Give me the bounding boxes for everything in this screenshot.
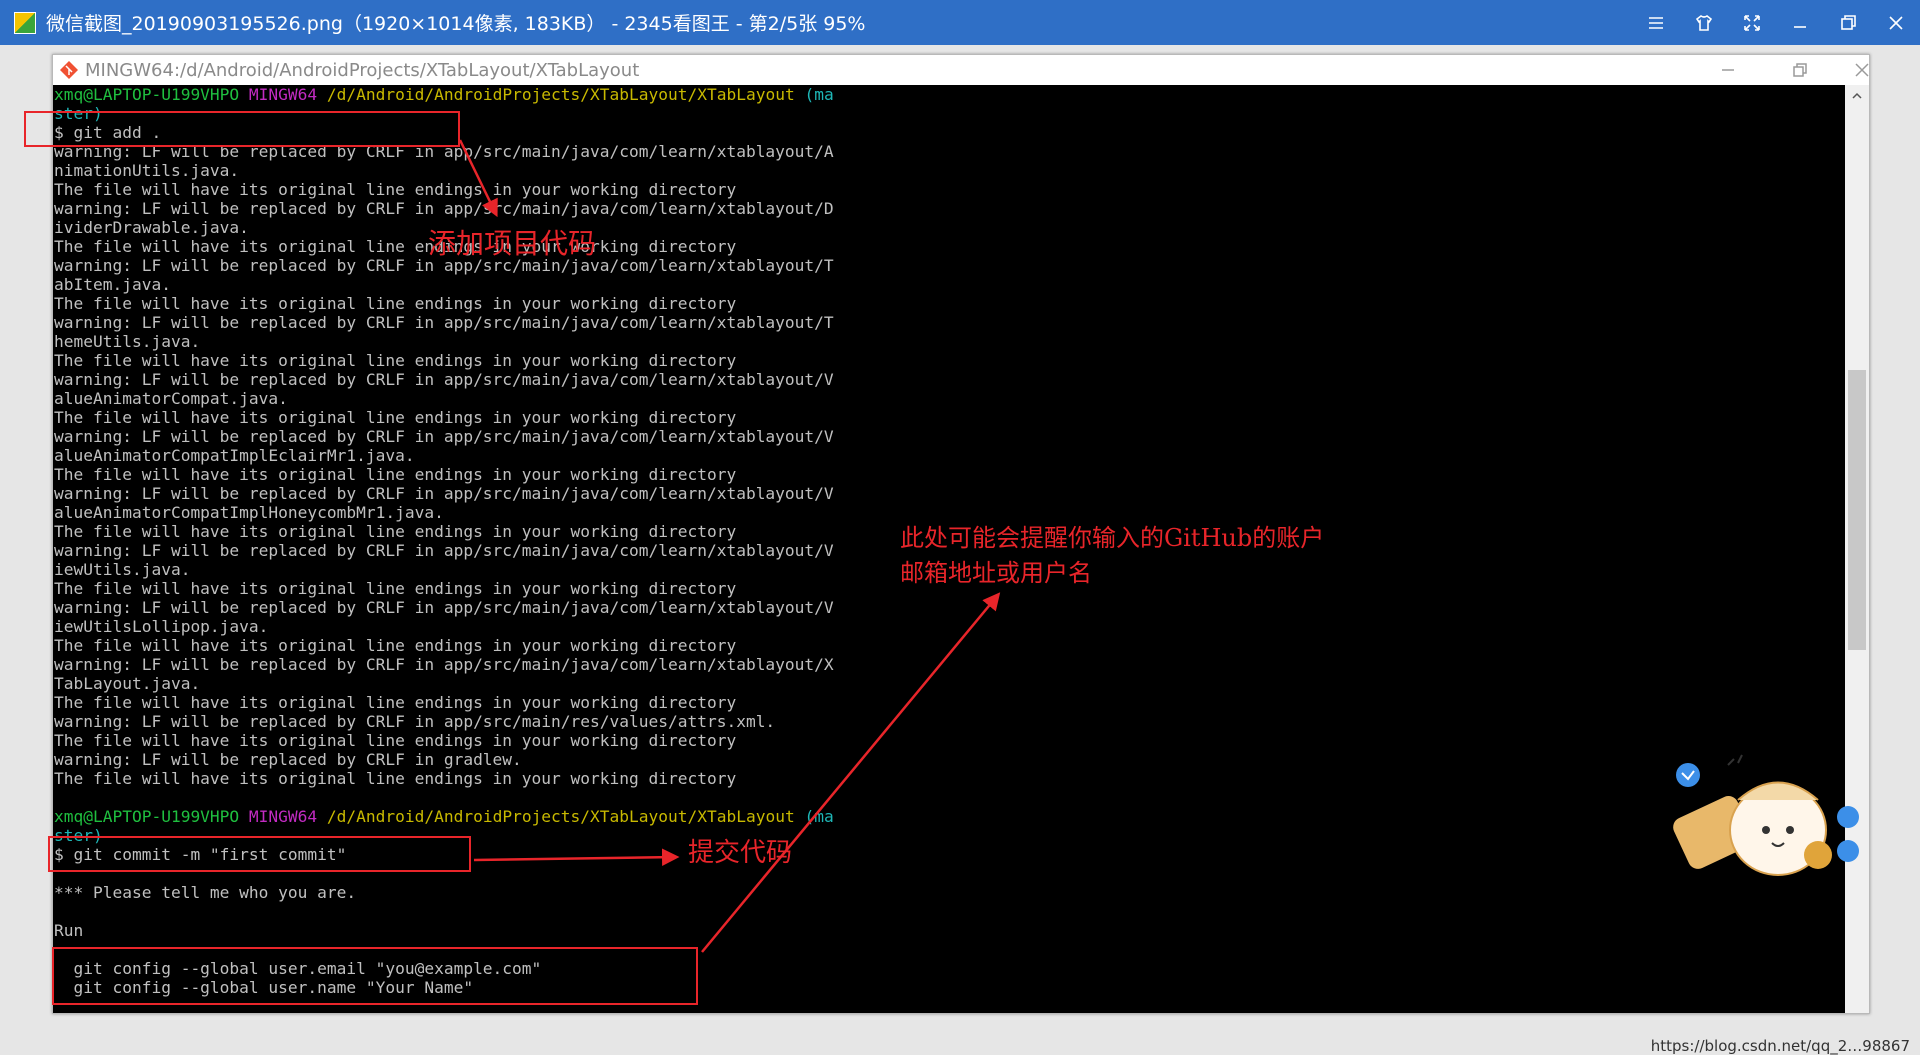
output-line: abItem.java. [54, 275, 171, 294]
output-line: The file will have its original line end… [54, 579, 737, 598]
output-line: The file will have its original line end… [54, 769, 737, 788]
fullscreen-icon[interactable] [1728, 0, 1776, 45]
output-line: warning: LF will be replaced by CRLF in … [54, 142, 834, 161]
output-line: warning: LF will be replaced by CRLF in … [54, 256, 834, 275]
prompt-line: xmq@LAPTOP-U199VHPO MINGW64 /d/Android/A… [54, 85, 1846, 104]
close-icon[interactable] [1872, 0, 1920, 45]
output-line: alueAnimatorCompatImplHoneycombMr1.java. [54, 503, 444, 522]
terminal-window: MINGW64:/d/Android/AndroidProjects/XTabL… [52, 54, 1870, 1014]
mascot-sticker [1673, 754, 1859, 876]
viewer-title: 微信截图_20190903195526.png（1920×1014像素, 183… [46, 13, 866, 35]
output-line: The file will have its original line end… [54, 180, 737, 199]
scroll-thumb[interactable] [1848, 370, 1866, 650]
prompt-shell: MINGW64 [248, 85, 318, 104]
prompt-branch-cont: ster) [54, 826, 103, 845]
commit-run-line: Run [54, 921, 84, 940]
output-line: The file will have its original line end… [54, 294, 737, 313]
maximize-icon[interactable] [1824, 0, 1872, 45]
prompt-user: xmq@LAPTOP-U199VHPO [54, 807, 240, 826]
config-name-line: git config --global user.name "Your Name… [54, 978, 474, 997]
terminal-title: MINGW64:/d/Android/AndroidProjects/XTabL… [85, 59, 640, 81]
command-git-commit: $ git commit -m "first commit" [54, 845, 347, 864]
prompt-line-2: xmq@LAPTOP-U199VHPO MINGW64 /d/Android/A… [54, 807, 1846, 826]
app-icon [14, 11, 36, 34]
prompt-branch: (ma [804, 807, 834, 826]
skin-icon[interactable] [1680, 0, 1728, 45]
output-line: alueAnimatorCompat.java. [54, 389, 288, 408]
commit-tell-line: *** Please tell me who you are. [54, 883, 357, 902]
image-canvas: MINGW64:/d/Android/AndroidProjects/XTabL… [0, 45, 1920, 1055]
output-line: nimationUtils.java. [54, 161, 240, 180]
output-line: warning: LF will be replaced by CRLF in … [54, 750, 522, 769]
menu-icon[interactable] [1632, 0, 1680, 45]
watermark: https://blog.csdn.net/qq_2…98867 [1650, 1037, 1910, 1055]
output-line: warning: LF will be replaced by CRLF in … [54, 598, 834, 617]
prompt-path: /d/Android/AndroidProjects/XTabLayout/XT… [326, 807, 795, 826]
output-line: ividerDrawable.java. [54, 218, 249, 237]
minimize-icon[interactable] [1776, 0, 1824, 45]
output-line: TabLayout.java. [54, 674, 201, 693]
prompt-shell: MINGW64 [248, 807, 318, 826]
output-line: warning: LF will be replaced by CRLF in … [54, 712, 776, 731]
git-add-output: warning: LF will be replaced by CRLF in … [54, 142, 1846, 788]
output-line: warning: LF will be replaced by CRLF in … [54, 655, 834, 674]
output-line: warning: LF will be replaced by CRLF in … [54, 541, 834, 560]
terminal-minimize-icon[interactable] [1699, 55, 1757, 85]
terminal-titlebar: MINGW64:/d/Android/AndroidProjects/XTabL… [53, 55, 1869, 85]
output-line: The file will have its original line end… [54, 693, 737, 712]
output-line: alueAnimatorCompatImplEclairMr1.java. [54, 446, 415, 465]
output-line: iewUtilsLollipop.java. [54, 617, 269, 636]
output-line: The file will have its original line end… [54, 237, 737, 256]
terminal-output[interactable]: xmq@LAPTOP-U199VHPO MINGW64 /d/Android/A… [53, 85, 1846, 1013]
command-git-add: $ git add . [54, 123, 162, 142]
output-line: warning: LF will be replaced by CRLF in … [54, 484, 834, 503]
output-line: warning: LF will be replaced by CRLF in … [54, 199, 834, 218]
config-email-line: git config --global user.email "you@exam… [54, 959, 542, 978]
output-line: The file will have its original line end… [54, 636, 737, 655]
prompt-branch: (ma [804, 85, 834, 104]
output-line: hemeUtils.java. [54, 332, 201, 351]
viewer-titlebar: 微信截图_20190903195526.png（1920×1014像素, 183… [0, 0, 1920, 45]
output-line: The file will have its original line end… [54, 351, 737, 370]
output-line: The file will have its original line end… [54, 522, 737, 541]
terminal-close-icon[interactable] [1833, 55, 1869, 85]
output-line: The file will have its original line end… [54, 731, 737, 750]
prompt-branch-cont: ster) [54, 104, 103, 123]
output-line: warning: LF will be replaced by CRLF in … [54, 427, 834, 446]
output-line: warning: LF will be replaced by CRLF in … [54, 313, 834, 332]
terminal-restore-icon[interactable] [1771, 55, 1829, 85]
git-logo-icon [60, 61, 78, 79]
scroll-up-icon[interactable] [1845, 85, 1869, 107]
prompt-path: /d/Android/AndroidProjects/XTabLayout/XT… [326, 85, 795, 104]
output-line: warning: LF will be replaced by CRLF in … [54, 370, 834, 389]
output-line: The file will have its original line end… [54, 465, 737, 484]
prompt-user: xmq@LAPTOP-U199VHPO [54, 85, 240, 104]
output-line: The file will have its original line end… [54, 408, 737, 427]
output-line: iewUtils.java. [54, 560, 191, 579]
